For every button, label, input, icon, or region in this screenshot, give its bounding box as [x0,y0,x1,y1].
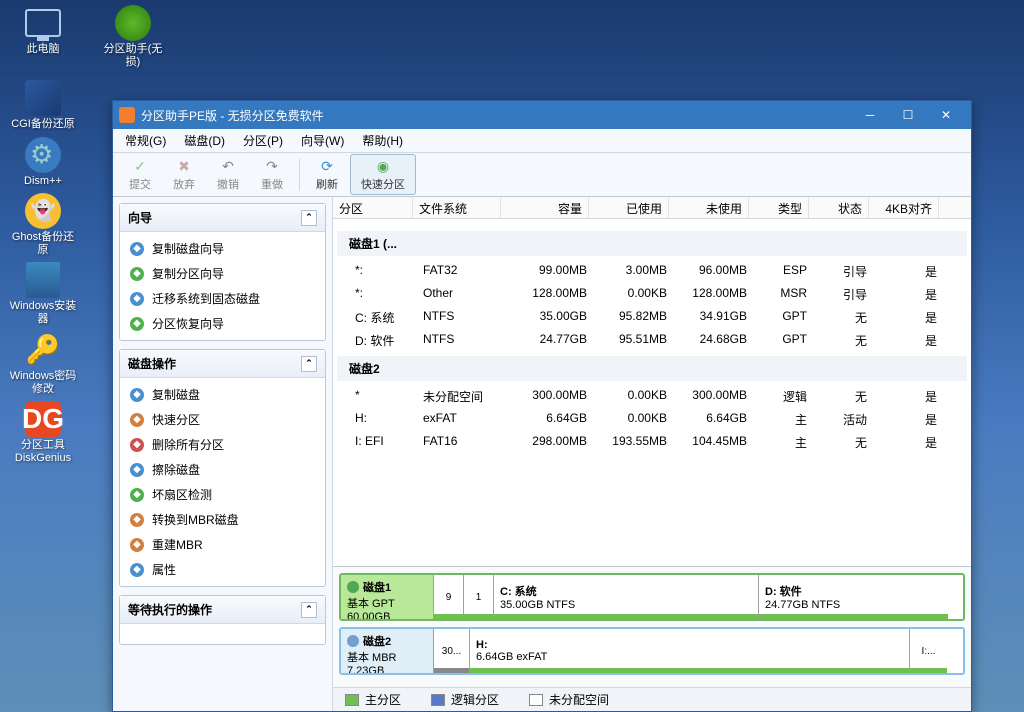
panel-wizard: 向导⌃ ◆复制磁盘向导◆复制分区向导◆迁移系统到固态磁盘◆分区恢复向导 [119,203,326,341]
sidebar-item[interactable]: ◆擦除磁盘 [120,457,325,482]
disk-group-title[interactable]: 磁盘1 (... [337,231,967,256]
partition-row[interactable]: I: EFIFAT16298.00MB193.55MB104.45MB主无是 [337,431,967,454]
partition-list[interactable]: 磁盘1 (... *:FAT3299.00MB3.00MB96.00MBESP引导… [333,219,971,566]
menu-partition[interactable]: 分区(P) [237,130,289,151]
desktop-icon-partassist[interactable]: 分区助手(无损) [98,5,168,69]
app-icon [119,107,135,123]
app-window: 分区助手PE版 - 无损分区免费软件 ─ ☐ ✕ 常规(G) 磁盘(D) 分区(… [112,100,972,712]
menu-wizard[interactable]: 向导(W) [295,130,350,151]
panel-diskops: 磁盘操作⌃ ◆复制磁盘◆快速分区◆删除所有分区◆擦除磁盘◆坏扇区检测◆转换到MB… [119,349,326,587]
close-button[interactable]: ✕ [927,101,965,129]
sidebar-item[interactable]: ◆属性 [120,557,325,582]
desktop-icon-winpass[interactable]: 🔑Windows密码修改 [8,332,78,396]
sidebar-item[interactable]: ◆坏扇区检测 [120,482,325,507]
window-title: 分区助手PE版 - 无损分区免费软件 [141,107,324,124]
toolbar-redo[interactable]: ↷重做 [251,155,293,194]
menubar: 常规(G) 磁盘(D) 分区(P) 向导(W) 帮助(H) [113,129,971,153]
panel-pending: 等待执行的操作⌃ [119,595,326,645]
diskmap[interactable]: 磁盘2基本 MBR7.23GB30...H:6.64GB exFATI:... [339,627,965,675]
grid-header: 分区 文件系统 容量 已使用 未使用 类型 状态 4KB对齐 [333,197,971,219]
main-panel: 分区 文件系统 容量 已使用 未使用 类型 状态 4KB对齐 磁盘1 (... *… [333,197,971,711]
toolbar-discard[interactable]: ✖放弃 [163,155,205,194]
toolbar-undo[interactable]: ↶撤销 [207,155,249,194]
sidebar-item[interactable]: ◆转换到MBR磁盘 [120,507,325,532]
diskmap-area: 磁盘1基本 GPT60.00GB91C: 系统35.00GB NTFSD: 软件… [333,566,971,687]
menu-disk[interactable]: 磁盘(D) [178,130,231,151]
partition-row[interactable]: D: 软件NTFS24.77GB95.51MB24.68GBGPT无是 [337,329,967,352]
collapse-icon[interactable]: ⌃ [301,210,317,226]
desktop-icon-cgi[interactable]: CGI备份还原 [8,80,78,131]
sidebar-item[interactable]: ◆分区恢复向导 [120,311,325,336]
collapse-icon[interactable]: ⌃ [301,602,317,618]
sidebar-item[interactable]: ◆复制磁盘向导 [120,236,325,261]
menu-help[interactable]: 帮助(H) [356,130,409,151]
sidebar-item[interactable]: ◆快速分区 [120,407,325,432]
partition-row[interactable]: *:FAT3299.00MB3.00MB96.00MBESP引导是 [337,260,967,283]
sidebar-item[interactable]: ◆删除所有分区 [120,432,325,457]
desktop-icon-thispc[interactable]: 此电脑 [8,5,78,69]
menu-general[interactable]: 常规(G) [119,130,172,151]
toolbar-quickpart[interactable]: ◉快速分区 [350,154,416,195]
desktop-icon-wininstall[interactable]: Windows安装器 [8,262,78,326]
desktop-icon-dism[interactable]: Dism++ [8,137,78,188]
partition-row[interactable]: H:exFAT6.64GB0.00KB6.64GB主活动是 [337,408,967,431]
desktop-icon-diskgenius[interactable]: DG分区工具DiskGenius [8,401,78,465]
partition-row[interactable]: *:Other128.00MB0.00KB128.00MBMSR引导是 [337,283,967,306]
sidebar: 向导⌃ ◆复制磁盘向导◆复制分区向导◆迁移系统到固态磁盘◆分区恢复向导 磁盘操作… [113,197,333,711]
toolbar-refresh[interactable]: ⟳刷新 [306,155,348,194]
sidebar-item[interactable]: ◆复制分区向导 [120,261,325,286]
toolbar: ✓提交 ✖放弃 ↶撤销 ↷重做 ⟳刷新 ◉快速分区 [113,153,971,197]
toolbar-commit[interactable]: ✓提交 [119,155,161,194]
maximize-button[interactable]: ☐ [889,101,927,129]
partition-row[interactable]: *未分配空间300.00MB0.00KB300.00MB逻辑无是 [337,385,967,408]
partition-row[interactable]: C: 系统NTFS35.00GB95.82MB34.91GBGPT无是 [337,306,967,329]
disk-group-title[interactable]: 磁盘2 [337,356,967,381]
titlebar[interactable]: 分区助手PE版 - 无损分区免费软件 ─ ☐ ✕ [113,101,971,129]
sidebar-item[interactable]: ◆复制磁盘 [120,382,325,407]
legend: 主分区 逻辑分区 未分配空间 [333,687,971,711]
sidebar-item[interactable]: ◆重建MBR [120,532,325,557]
diskmap[interactable]: 磁盘1基本 GPT60.00GB91C: 系统35.00GB NTFSD: 软件… [339,573,965,621]
sidebar-item[interactable]: ◆迁移系统到固态磁盘 [120,286,325,311]
desktop-icon-ghost[interactable]: 👻Ghost备份还原 [8,193,78,257]
minimize-button[interactable]: ─ [851,101,889,129]
collapse-icon[interactable]: ⌃ [301,356,317,372]
